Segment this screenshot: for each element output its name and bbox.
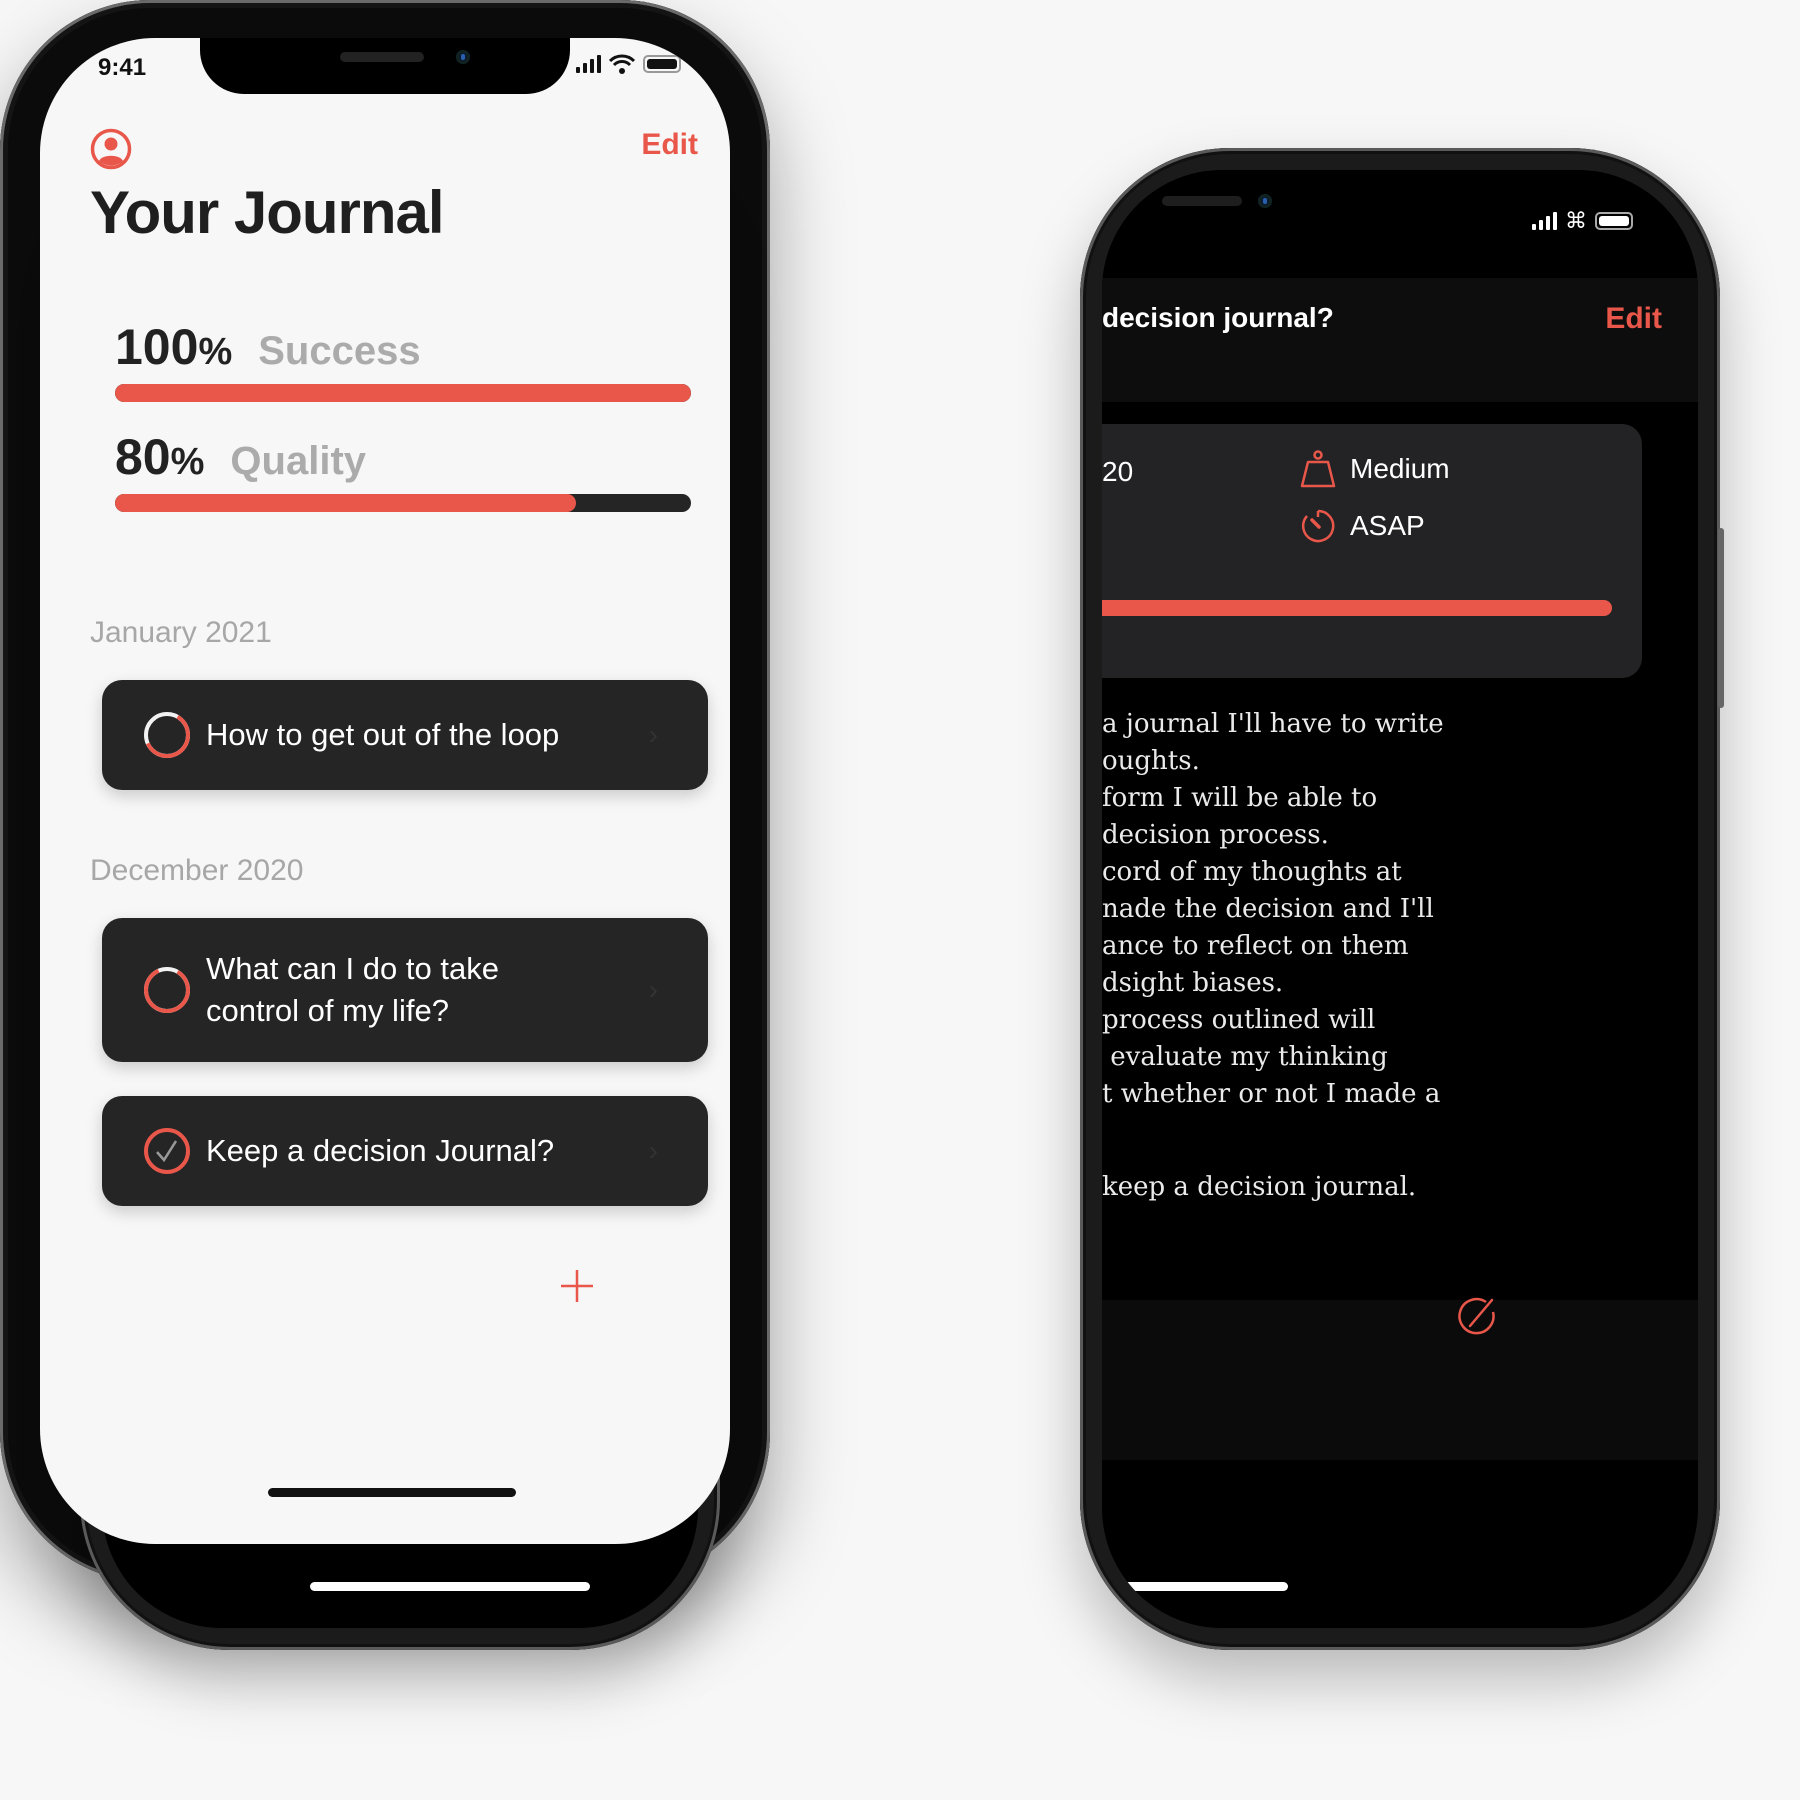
time-value: ASAP bbox=[1350, 510, 1425, 541]
front-camera bbox=[456, 50, 470, 64]
journal-entry[interactable]: What can I do to take control of my life… bbox=[102, 918, 708, 1062]
home-indicator bbox=[310, 1582, 590, 1591]
profile-icon[interactable] bbox=[90, 128, 132, 170]
right-phone-frame: ⌘ decision journal? Edit 20 Medium ASAP … bbox=[1080, 148, 1724, 1650]
cellular-signal-icon bbox=[1532, 212, 1557, 230]
status-time: 9:41 bbox=[98, 54, 147, 81]
decision-date: 20 bbox=[1102, 456, 1134, 487]
status-icons: ⌘ bbox=[1532, 208, 1633, 234]
success-progress-bar bbox=[115, 384, 691, 402]
speaker bbox=[340, 52, 424, 62]
center-phone-frame: 9:41 Edit Your Journal 100% Success 80% … bbox=[0, 0, 770, 1582]
home-indicator bbox=[268, 1488, 516, 1497]
weight-value: Medium bbox=[1350, 453, 1450, 484]
entry-title: Keep a decision Journal? bbox=[206, 1133, 555, 1168]
decision-progress-bar bbox=[1102, 600, 1612, 616]
decision-summary-card: 20 Medium ASAP bbox=[1102, 424, 1642, 678]
success-value: 100% bbox=[115, 319, 233, 375]
decision-body-text: a journal I'll have to write oughts. for… bbox=[1102, 709, 1444, 1109]
wifi-icon: ⌘ bbox=[1565, 208, 1587, 233]
weight-icon bbox=[1300, 450, 1336, 488]
entry-title: How to get out of the loop bbox=[206, 717, 560, 752]
entry-title: What can I do to take control of my life… bbox=[206, 951, 499, 1028]
success-progress-fill bbox=[115, 384, 691, 402]
center-screen: 9:41 Edit Your Journal 100% Success 80% … bbox=[40, 38, 730, 1544]
chevron-right-icon: › bbox=[648, 719, 658, 750]
timer-icon bbox=[1302, 509, 1335, 543]
journal-entry[interactable]: Keep a decision Journal? › bbox=[102, 1096, 708, 1206]
weight-meta: Medium bbox=[1300, 450, 1450, 488]
home-indicator bbox=[1102, 1582, 1288, 1591]
edit-button[interactable]: Edit bbox=[1605, 302, 1662, 336]
battery-icon bbox=[643, 55, 681, 73]
quality-stat: 80% Quality bbox=[115, 428, 366, 486]
checkmark-circle-icon bbox=[144, 1128, 190, 1174]
status-icons bbox=[576, 54, 681, 74]
page-title: Your Journal bbox=[90, 179, 445, 246]
notch bbox=[200, 38, 570, 94]
quality-label: Quality bbox=[230, 439, 367, 483]
wifi-icon bbox=[609, 54, 635, 74]
battery-icon bbox=[1595, 212, 1633, 230]
chevron-right-icon: › bbox=[648, 1135, 658, 1166]
quality-progress-bar bbox=[115, 494, 691, 512]
front-camera bbox=[1258, 194, 1272, 208]
bottom-toolbar bbox=[1102, 1300, 1698, 1460]
decision-conclusion: keep a decision journal. bbox=[1102, 1172, 1417, 1202]
month-header: December 2020 bbox=[90, 854, 304, 887]
edit-note-icon[interactable] bbox=[1456, 1296, 1498, 1338]
nav-title: decision journal? bbox=[1102, 302, 1334, 333]
quality-value: 80% bbox=[115, 429, 205, 485]
nav-bar: decision journal? Edit bbox=[1102, 278, 1698, 402]
progress-ring-icon bbox=[144, 967, 190, 1013]
cellular-signal-icon bbox=[576, 55, 601, 73]
quality-progress-fill bbox=[115, 494, 576, 512]
success-stat: 100% Success bbox=[115, 318, 421, 376]
chevron-right-icon: › bbox=[648, 974, 658, 1005]
time-meta: ASAP bbox=[1300, 508, 1425, 544]
plus-icon[interactable] bbox=[559, 1268, 595, 1304]
right-screen: ⌘ decision journal? Edit 20 Medium ASAP … bbox=[1102, 170, 1698, 1628]
speaker bbox=[1162, 196, 1242, 206]
month-header: January 2021 bbox=[90, 616, 272, 649]
progress-ring-icon bbox=[144, 712, 190, 758]
power-button bbox=[1718, 528, 1724, 708]
success-label: Success bbox=[258, 329, 421, 373]
journal-entry[interactable]: How to get out of the loop › bbox=[102, 680, 708, 790]
edit-button[interactable]: Edit bbox=[641, 128, 698, 162]
